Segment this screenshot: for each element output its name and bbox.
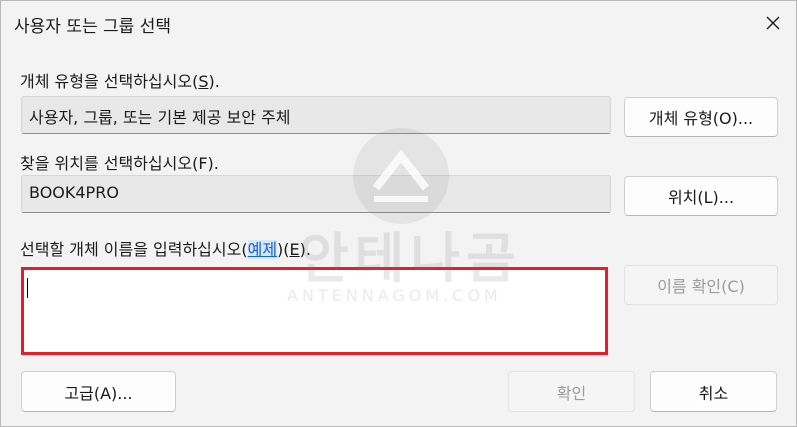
object-types-button[interactable]: 개체 유형(O)...: [624, 97, 778, 137]
ok-button[interactable]: 확인: [508, 371, 635, 412]
object-names-label: 선택할 개체 이름을 입력하십시오(예제)(E).: [20, 240, 311, 259]
examples-link[interactable]: 예제: [247, 240, 278, 259]
close-icon: [766, 16, 779, 30]
object-type-label: 개체 유형을 선택하십시오(S).: [20, 72, 220, 91]
location-label: 찾을 위치를 선택하십시오(F).: [20, 154, 219, 173]
location-field: BOOK4PRO: [21, 175, 611, 213]
locations-button[interactable]: 위치(L)...: [624, 176, 778, 216]
text-caret: [27, 278, 28, 298]
object-type-field: 사용자, 그룹, 또는 기본 제공 보안 주체: [21, 96, 611, 134]
close-button[interactable]: [749, 1, 796, 45]
title-bar: 사용자 또는 그룹 선택: [1, 1, 796, 45]
check-names-button[interactable]: 이름 확인(C): [624, 265, 778, 305]
cancel-button[interactable]: 취소: [650, 371, 777, 412]
object-names-input[interactable]: [21, 267, 608, 355]
advanced-button[interactable]: 고급(A)...: [21, 371, 176, 412]
dialog-title: 사용자 또는 그룹 선택: [14, 17, 171, 37]
select-users-or-groups-dialog: 사용자 또는 그룹 선택 개체 유형을 선택하십시오(S). 사용자, 그룹, …: [0, 0, 797, 427]
